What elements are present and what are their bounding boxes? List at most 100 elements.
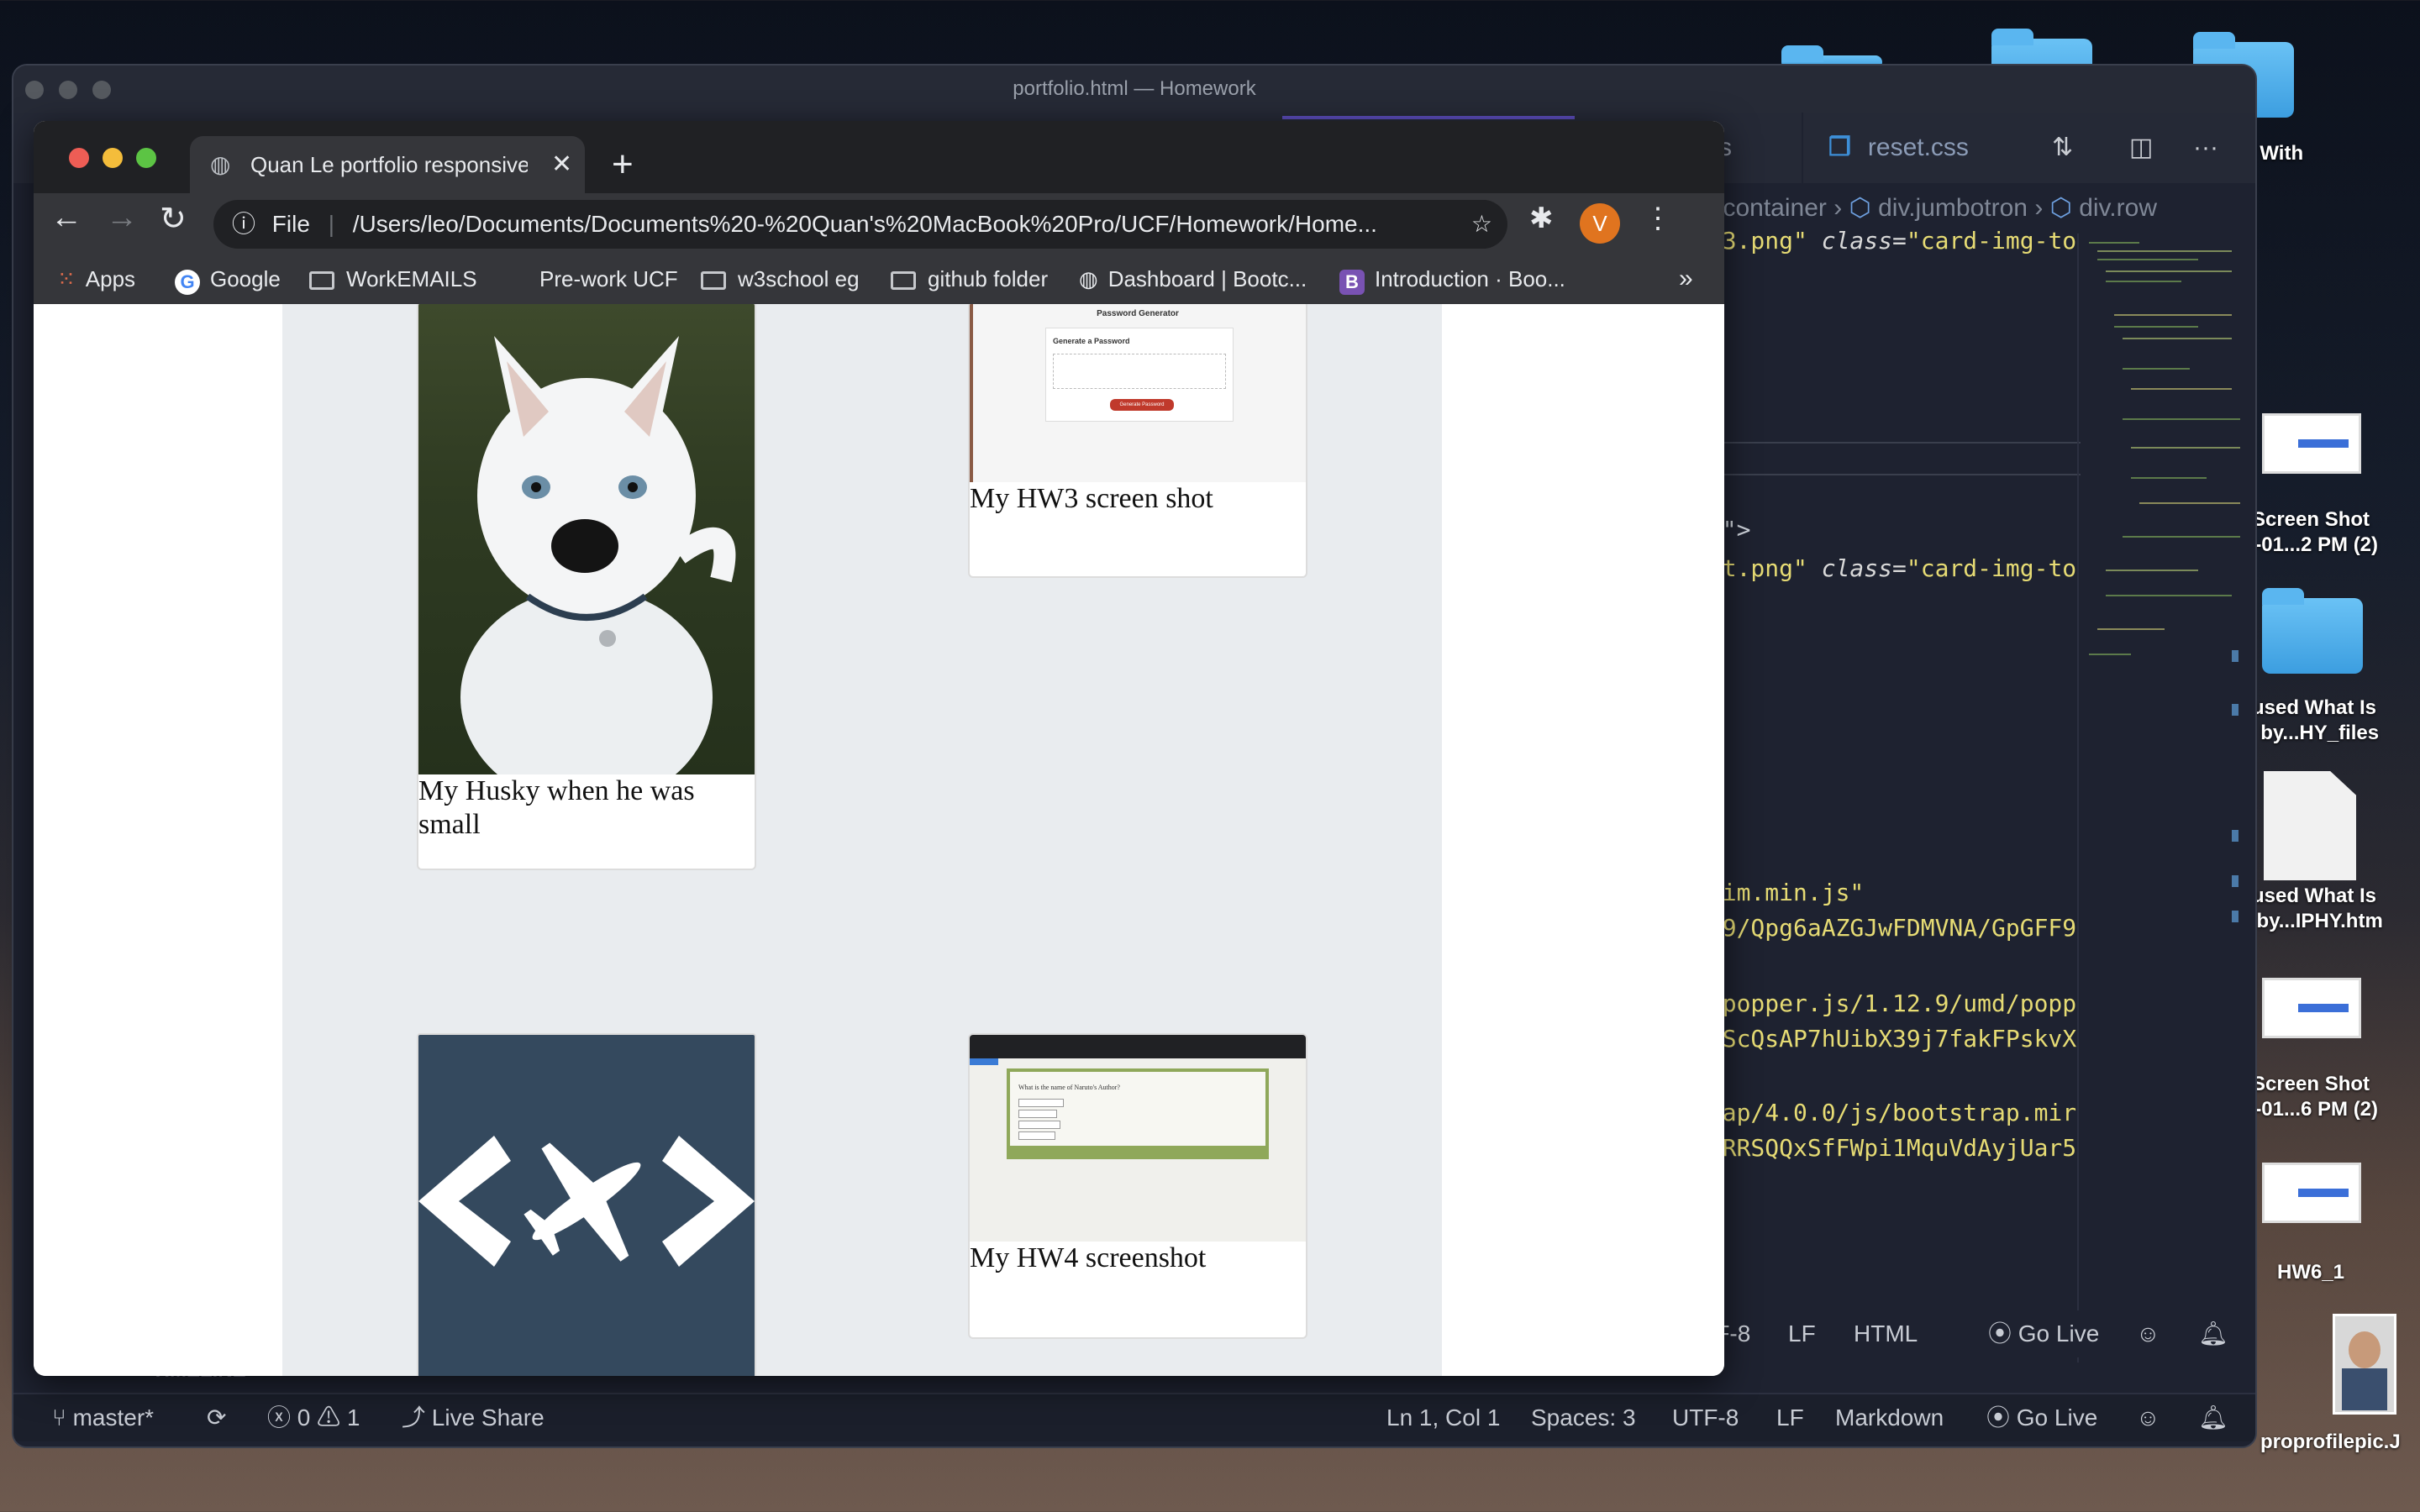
maximize-window-icon[interactable]	[136, 148, 156, 168]
folder-icon	[891, 271, 916, 290]
mock-question: What is the name of Naruto's Author?	[1018, 1084, 1120, 1091]
card-caption: My HW4 screenshot	[970, 1242, 1207, 1273]
reload-icon[interactable]: ↻	[160, 200, 187, 238]
code-token: rE9/Qpg6aAZGJwFDMVNA/GpGFF9	[1694, 914, 2077, 942]
css-file-icon: ❒	[1828, 134, 1851, 161]
bookmark-google[interactable]: G Google	[175, 254, 281, 304]
screenshot-thumbnail-icon[interactable]	[2262, 413, 2361, 474]
eol-indicator[interactable]: LF	[1776, 1394, 1804, 1441]
source-control-compare-icon[interactable]: ⇅	[2052, 113, 2073, 183]
close-tab-icon[interactable]: ✕	[551, 136, 572, 193]
warning-icon: ⚠	[317, 1404, 347, 1431]
chrome-toolbar: ← → ↻ ⓘ File | /Users/leo/Documents/Docu…	[34, 193, 1724, 254]
card-hw3: Password Generator Generate a Password G…	[968, 304, 1307, 578]
zoom-dot-icon[interactable]	[92, 81, 111, 99]
window-title: portfolio.html — Homework	[1013, 77, 1256, 100]
page-viewport[interactable]: My Husky when he was small Password Gene…	[34, 304, 1724, 1376]
close-window-icon[interactable]	[69, 148, 89, 168]
broadcast-icon: ⦿	[1988, 1320, 2018, 1347]
code-token: "card-img-to	[1906, 554, 2077, 582]
breadcrumb-item[interactable]: div.row	[2079, 194, 2157, 222]
folder-icon[interactable]	[2262, 588, 2363, 674]
breadcrumb-item[interactable]: div.jumbotron	[1878, 194, 2028, 222]
minimap[interactable]	[2081, 234, 2249, 687]
bell-icon[interactable]: 🔔︎	[2198, 1310, 2228, 1357]
feedback-icon[interactable]: ☺	[2136, 1394, 2160, 1441]
indentation-indicator[interactable]: Spaces: 3	[1531, 1394, 1636, 1441]
code-token: s/popper.js/1.12.9/umd/popp	[1694, 990, 2077, 1017]
minimize-window-icon[interactable]	[103, 148, 123, 168]
new-tab-icon[interactable]: +	[612, 136, 634, 193]
branch-indicator[interactable]: ⑂ master*	[52, 1394, 154, 1441]
tab-label: reset.css	[1867, 134, 1969, 161]
profile-photo-icon[interactable]	[2333, 1314, 2396, 1415]
card-logo	[417, 1033, 756, 1376]
card-caption: My HW3 screen shot	[970, 483, 1213, 514]
folder-icon	[701, 271, 726, 290]
sync-icon[interactable]: ⟳	[207, 1394, 226, 1441]
back-arrow-icon[interactable]: ←	[50, 200, 82, 236]
bookmark-workemails[interactable]: WorkEMAILS	[309, 254, 477, 304]
vscode-title-bar: portfolio.html — Homework	[13, 66, 2255, 113]
folder-icon	[309, 271, 334, 290]
document-icon[interactable]	[2264, 771, 2356, 880]
encoding-indicator[interactable]: UTF-8	[1672, 1394, 1739, 1441]
profile-avatar[interactable]: V	[1580, 203, 1620, 244]
bookmark-w3school[interactable]: w3school eg	[701, 254, 860, 304]
jumbotron: My Husky when he was small Password Gene…	[282, 304, 1442, 1376]
globe-icon: ◍	[1079, 266, 1098, 291]
forward-arrow-icon[interactable]: →	[106, 200, 138, 236]
code-token: K/ScQsAP7hUibX39j7fakFPskvX	[1694, 1025, 2077, 1053]
mock-subtitle: Generate a Password	[1053, 337, 1130, 345]
bookmark-apps[interactable]: ⁙ Apps	[57, 254, 135, 304]
screenshot-thumbnail-icon[interactable]	[2262, 1163, 2361, 1223]
chrome-tab-strip: ◍ Quan Le portfolio responsive p ✕ +	[34, 121, 1724, 193]
apps-grid-icon: ⁙	[57, 266, 76, 291]
code-token: class=	[1807, 554, 1907, 582]
desktop-icon-label[interactable]: proprofilepic.J	[2260, 1430, 2420, 1455]
url-scheme: File	[271, 211, 310, 237]
mock-title: Password Generator	[1097, 309, 1179, 318]
cube-icon: ⬡	[1849, 194, 1871, 222]
browser-tab[interactable]: ◍ Quan Le portfolio responsive p ✕	[190, 136, 585, 193]
extensions-puzzle-icon[interactable]: ✱	[1529, 202, 1554, 235]
split-editor-icon[interactable]: ◫	[2129, 113, 2153, 183]
eol-indicator[interactable]: LF	[1788, 1310, 1816, 1357]
tab-reset-css[interactable]: ❒ reset.css	[1828, 113, 1969, 183]
info-icon: ⓘ	[232, 211, 256, 237]
problems-indicator[interactable]: ⓧ 0 ⚠ 1	[267, 1394, 360, 1441]
card-hw4: What is the name of Naruto's Author? My …	[968, 1033, 1307, 1339]
code-token: trap/4.0.0/js/bootstrap.mir	[1694, 1099, 2077, 1126]
close-dot-icon[interactable]	[25, 81, 44, 99]
language-mode[interactable]: HTML	[1854, 1310, 1918, 1357]
bookmarks-overflow-button[interactable]: »	[1679, 254, 1693, 304]
broadcast-icon: ⦿	[1986, 1404, 2017, 1431]
language-mode[interactable]: Markdown	[1835, 1394, 1944, 1441]
card-caption: My Husky when he was small	[418, 775, 695, 840]
screenshot-thumbnail-icon[interactable]	[2262, 978, 2361, 1038]
bell-icon[interactable]: 🔔︎	[2198, 1394, 2228, 1441]
bookmark-dashboard[interactable]: ◍ Dashboard | Bootc...	[1079, 254, 1307, 304]
bookmark-star-icon[interactable]: ☆	[1464, 200, 1492, 249]
go-live-button[interactable]: ⦿ Go Live	[1986, 1394, 2097, 1441]
address-bar[interactable]: ⓘ File | /Users/leo/Documents/Documents%…	[213, 200, 1507, 249]
chevron-right-icon: ›	[1833, 194, 1849, 222]
live-share-button[interactable]: ⤴ Live Share	[402, 1394, 544, 1441]
breadcrumb: div.container › ⬡ div.jumbotron › ⬡ div.…	[1686, 183, 2157, 234]
bookmark-github-folder[interactable]: github folder	[891, 254, 1048, 304]
more-actions-icon[interactable]: ···	[2193, 113, 2218, 183]
bookmark-prework-ucf[interactable]: Pre-work UCF	[539, 254, 678, 304]
husky-photo	[418, 304, 755, 774]
card-husky: My Husky when he was small	[417, 304, 756, 870]
kebab-menu-icon[interactable]: ⋮	[1644, 202, 1672, 235]
desktop-icon-label[interactable]: er With s	[2235, 141, 2420, 192]
cursor-position[interactable]: Ln 1, Col 1	[1386, 1394, 1500, 1441]
feedback-icon[interactable]: ☺	[2136, 1310, 2160, 1357]
error-icon: ⓧ	[267, 1404, 297, 1431]
bookmark-introduction[interactable]: B Introduction · Boo...	[1339, 254, 1565, 304]
status-bar: ⑂ master* ⟳ ⓧ 0 ⚠ 1 ⤴ Live Share Ln 1, C…	[13, 1393, 2255, 1441]
bookmarks-bar: ⁙ Apps G Google WorkEMAILS Pre-work UCF w3…	[34, 254, 1724, 304]
minimize-dot-icon[interactable]	[59, 81, 77, 99]
go-live-button[interactable]: ⦿ Go Live	[1988, 1310, 2099, 1357]
chrome-window: ◍ Quan Le portfolio responsive p ✕ + ← →…	[34, 121, 1724, 1376]
